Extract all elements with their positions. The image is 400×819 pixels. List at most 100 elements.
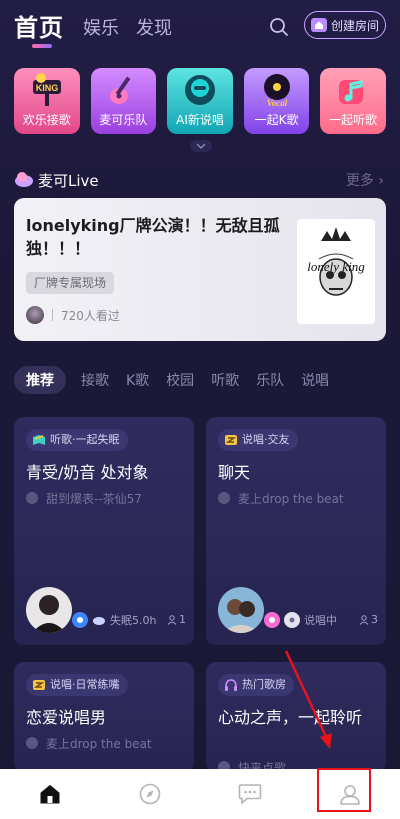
music-badge-icon (264, 612, 280, 628)
nav-home[interactable] (0, 769, 100, 819)
search-button[interactable] (264, 12, 294, 42)
live-cover-image: lonely king (297, 219, 375, 324)
room-subtitle-text: 甜到爆表--茶仙57 (46, 491, 142, 506)
room-subtitle: 麦上drop the beat (218, 489, 378, 507)
category-happy-sing[interactable]: KING 欢乐接歌 (14, 68, 80, 134)
filter-band[interactable]: 乐队 (256, 370, 284, 390)
rap-icon (225, 435, 237, 445)
filter-listen[interactable]: 听歌 (211, 370, 239, 390)
category-ai-rap[interactable]: AI新说唱 (167, 68, 233, 134)
moon-cloud-icon (93, 617, 105, 625)
more-link[interactable]: 更多 › (346, 170, 384, 190)
room-title: 聊天 (218, 463, 251, 482)
host-photo (218, 587, 264, 633)
member-count: 3 (359, 613, 378, 626)
room-card[interactable]: 说唱·交友 聊天 麦上drop the beat 说唱中 3 (206, 417, 386, 645)
category-listen-together[interactable]: 一起听歌 (320, 68, 386, 134)
room-subtitle-text: 麦上drop the beat (238, 491, 344, 506)
sound-wave-icon (26, 492, 38, 504)
category-label: 一起K歌 (254, 113, 299, 127)
book-icon (33, 435, 45, 445)
create-room-button[interactable]: 创建房间 (304, 11, 386, 39)
live-card-title: lonelyking厂牌公演！！无敌且孤独！！！ (26, 216, 280, 258)
member-count-text: 3 (371, 613, 378, 626)
cover-text: lonely king (307, 259, 365, 274)
live-section-header: 麦可Live 更多 › (14, 168, 386, 192)
room-footer: 说唱中 3 (218, 587, 378, 635)
live-card-tag: 厂牌专属现场 (26, 272, 115, 294)
ai-robot-icon (184, 75, 215, 105)
microphone-crown-icon: KING (32, 73, 61, 106)
category-band[interactable]: 麦可乐队 (90, 68, 157, 134)
home-icon (40, 785, 60, 804)
category-label: 麦可乐队 (99, 113, 148, 127)
category-label: 一起听歌 (329, 113, 378, 127)
nav-messages[interactable] (200, 769, 300, 819)
room-tag: 说唱·日常练嘴 (26, 674, 128, 696)
avatar (26, 306, 44, 324)
guitar-icon (110, 76, 131, 104)
tab-entertainment[interactable]: 娱乐 (83, 14, 119, 40)
person-icon (359, 614, 369, 625)
svg-text:KING: KING (36, 83, 59, 93)
listen-art (320, 68, 386, 112)
room-card[interactable]: 听歌·一起失眠 青受/奶音 处对象 甜到爆表--茶仙57 失眠5.0h 1 (14, 417, 194, 645)
category-label: 欢乐接歌 (22, 113, 71, 127)
band-art (91, 68, 157, 112)
expand-chevron-icon[interactable] (190, 140, 212, 152)
nav-discover[interactable] (100, 769, 200, 819)
music-note-icon (339, 80, 364, 104)
house-icon (310, 18, 327, 32)
ai-rap-art (167, 68, 233, 112)
live-viewers: 720人看过 (26, 305, 120, 325)
filter-rap[interactable]: 说唱 (301, 370, 329, 390)
vinyl-record-icon: Vocal (263, 74, 290, 108)
happy-sing-art: KING (14, 68, 80, 112)
category-label: AI新说唱 (176, 113, 224, 127)
filter-sing-relay[interactable]: 接歌 (81, 370, 109, 390)
person-icon (167, 614, 177, 625)
room-title: 青受/奶音 处对象 (26, 463, 149, 482)
live-section-title: 麦可Live (38, 172, 99, 190)
live-card[interactable]: lonelyking厂牌公演！！无敌且孤独！！！ 厂牌专属现场 720人看过 l… (14, 198, 386, 341)
annotation-arrow (284, 650, 332, 749)
live-logo-icon (15, 172, 33, 187)
room-tag-label: 说唱·日常练嘴 (50, 678, 120, 691)
rap-icon (33, 680, 45, 690)
room-tag: 说唱·交友 (218, 429, 298, 451)
level-badge-icon (284, 612, 300, 628)
room-title: 恋爱说唱男 (26, 708, 107, 727)
tab-discover[interactable]: 发现 (136, 14, 172, 40)
top-header: 首页 娱乐 发现 创建房间 (0, 0, 400, 60)
category-karaoke[interactable]: Vocal 一起K歌 (243, 68, 310, 134)
tab-home[interactable]: 首页 (14, 8, 64, 43)
avatar (218, 587, 264, 633)
chat-icon (238, 784, 262, 805)
karaoke-art: Vocal (244, 68, 310, 112)
headphones-icon (225, 679, 237, 691)
viewer-count: 720人看过 (61, 308, 120, 323)
svg-text:Vocal: Vocal (266, 98, 287, 108)
filter-recommend[interactable]: 推荐 (14, 366, 66, 394)
room-status-text: 失眠5.0h (110, 614, 157, 627)
room-card[interactable]: 说唱·日常练嘴 恋爱说唱男 麦上drop the beat (14, 662, 194, 772)
create-room-label: 创建房间 (330, 18, 379, 33)
annotation-highlight-box (317, 768, 371, 812)
room-footer: 失眠5.0h 1 (26, 587, 186, 635)
room-subtitle: 麦上drop the beat (26, 734, 186, 752)
room-tag: 听歌·一起失眠 (26, 429, 128, 451)
filter-karaoke[interactable]: K歌 (126, 370, 149, 390)
search-icon (270, 18, 288, 36)
tab-indicator (32, 44, 52, 48)
filter-campus[interactable]: 校园 (166, 370, 194, 390)
sound-wave-icon (218, 492, 230, 504)
room-subtitle-text: 麦上drop the beat (46, 736, 152, 751)
sound-wave-icon (26, 737, 38, 749)
host-photo (26, 587, 72, 633)
compass-icon (139, 783, 161, 805)
room-status: 失眠5.0h (72, 611, 156, 629)
avatar (26, 587, 72, 633)
member-count-text: 1 (179, 613, 186, 626)
app-root: 首页 娱乐 发现 创建房间 KING 欢乐接歌 麦可乐队 AI新说唱 Vocal… (0, 0, 400, 819)
room-status: 说唱中 (264, 611, 337, 629)
